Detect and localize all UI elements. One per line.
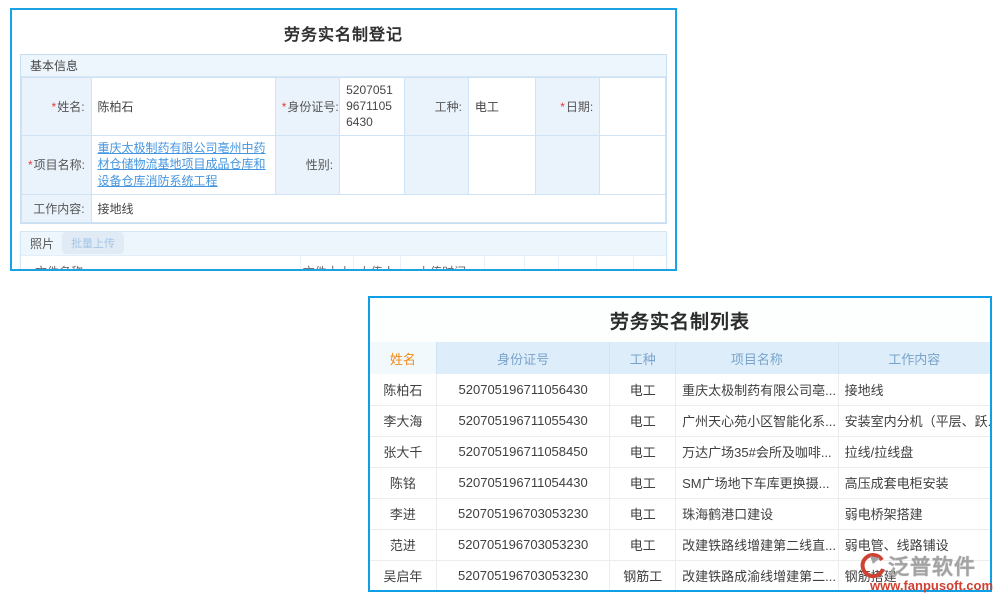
cell-id-number: 520705196711055430 — [436, 405, 610, 436]
cell-work-type: 电工 — [610, 467, 676, 498]
required-asterisk: * — [52, 100, 57, 114]
required-asterisk: * — [28, 158, 33, 172]
table-row: 吴启年 520705196703053230 钢筋工 改建铁路成渝线增建第二..… — [370, 560, 990, 591]
empty-label-cell — [404, 135, 468, 194]
cell-work-type: 电工 — [610, 529, 676, 560]
cell-work-content: 钢筋搭建 — [838, 560, 990, 591]
cell-name[interactable]: 范进 — [370, 529, 436, 560]
photo-section-header: 照片 批量上传 — [21, 232, 666, 256]
work-type-field[interactable]: 电工 — [468, 78, 535, 136]
cell-work-content: 拉线/拉线盘 — [838, 436, 990, 467]
required-asterisk: * — [560, 100, 565, 114]
id-number-label: *身份证号: — [275, 78, 339, 136]
cell-id-number: 520705196703053230 — [436, 498, 610, 529]
cell-work-type: 电工 — [610, 405, 676, 436]
project-name-label: *项目名称: — [22, 135, 92, 194]
cell-work-type: 电工 — [610, 436, 676, 467]
table-row: 范进 520705196703053230 电工 改建铁路线增建第二线直... … — [370, 529, 990, 560]
project-name-link[interactable]: 重庆太极制药有限公司亳州中药材仓储物流基地项目成品仓库和设备仓库消防系统工程 — [98, 141, 266, 189]
cell-project-link[interactable]: 广州天心苑小区智能化系... — [676, 405, 838, 436]
cell-name[interactable]: 陈柏石 — [370, 374, 436, 405]
work-type-label: 工种: — [404, 78, 468, 136]
cell-project-link[interactable]: 改建铁路成渝线增建第二... — [676, 560, 838, 591]
cell-id-number: 520705196703053230 — [436, 529, 610, 560]
registration-panel-title: 劳务实名制登记 — [12, 10, 675, 54]
cell-work-content: 弱电桥架搭建 — [838, 498, 990, 529]
work-content-label: 工作内容: — [22, 194, 92, 222]
cell-work-type: 电工 — [610, 374, 676, 405]
batch-upload-button[interactable]: 批量上传 — [62, 232, 124, 254]
cell-id-number: 520705196711056430 — [436, 374, 610, 405]
cell-work-content: 安装室内分机（平层、跃... — [838, 405, 990, 436]
table-row: 张大千 520705196711058450 电工 万达广场35#会所及咖啡..… — [370, 436, 990, 467]
work-content-field[interactable]: 接地线 — [91, 194, 665, 222]
empty-column-header — [597, 256, 634, 271]
name-field[interactable]: 陈柏石 — [91, 78, 275, 136]
empty-column-header — [525, 256, 559, 271]
date-field[interactable] — [600, 78, 666, 136]
upload-time-column-header: 上传时间 — [400, 256, 484, 271]
column-header-project[interactable]: 项目名称 — [676, 342, 838, 374]
cell-name[interactable]: 李大海 — [370, 405, 436, 436]
id-number-field[interactable]: 520705196711056430 — [340, 78, 404, 136]
basic-info-grid: *姓名: 陈柏石 *身份证号: 520705196711056430 工种: 电… — [21, 77, 666, 223]
column-header-id-number[interactable]: 身份证号 — [436, 342, 610, 374]
basic-info-section: 基本信息 *姓名: 陈柏石 *身份证号: 520705196711056430 … — [20, 54, 667, 224]
cell-project-link[interactable]: 改建铁路线增建第二线直... — [676, 529, 838, 560]
cell-work-content: 高压成套电柜安装 — [838, 467, 990, 498]
project-name-field: 重庆太极制药有限公司亳州中药材仓储物流基地项目成品仓库和设备仓库消防系统工程 — [91, 135, 275, 194]
cell-project-link[interactable]: SM广场地下车库更换摄... — [676, 467, 838, 498]
uploader-column-header: 上传人 — [353, 256, 400, 271]
file-table: 文件名称 文件大小 上传人 上传时间 — [21, 256, 666, 271]
list-panel: 劳务实名制列表 姓名 身份证号 工种 项目名称 工作内容 陈柏石 5207051… — [368, 296, 992, 592]
column-header-name[interactable]: 姓名 — [370, 342, 436, 374]
empty-value-cell — [600, 135, 666, 194]
name-label: *姓名: — [22, 78, 92, 136]
cell-project-link[interactable]: 万达广场35#会所及咖啡... — [676, 436, 838, 467]
file-size-column-header: 文件大小 — [300, 256, 353, 271]
cell-id-number: 520705196711054430 — [436, 467, 610, 498]
table-row: 陈铭 520705196711054430 电工 SM广场地下车库更换摄... … — [370, 467, 990, 498]
cell-name[interactable]: 李进 — [370, 498, 436, 529]
cell-name[interactable]: 陈铭 — [370, 467, 436, 498]
column-header-content[interactable]: 工作内容 — [838, 342, 990, 374]
cell-work-content: 弱电管、线路铺设 — [838, 529, 990, 560]
cell-id-number: 520705196711058450 — [436, 436, 610, 467]
labor-list-table: 姓名 身份证号 工种 项目名称 工作内容 陈柏石 520705196711056… — [370, 342, 990, 592]
table-header-row: 姓名 身份证号 工种 项目名称 工作内容 — [370, 342, 990, 374]
photo-tab[interactable]: 照片 — [30, 235, 54, 252]
cell-id-number: 520705196703053230 — [436, 560, 610, 591]
cell-project-link[interactable]: 珠海鹤港口建设 — [676, 498, 838, 529]
cell-work-content: 接地线 — [838, 374, 990, 405]
empty-column-header — [559, 256, 597, 271]
photo-upload-section: 照片 批量上传 文件名称 文件大小 上传人 上传时间 — [20, 231, 667, 271]
empty-label-cell — [535, 135, 599, 194]
basic-info-section-title: 基本信息 — [21, 55, 666, 77]
empty-column-header — [484, 256, 525, 271]
table-row: 李大海 520705196711055430 电工 广州天心苑小区智能化系...… — [370, 405, 990, 436]
file-name-column-header: 文件名称 — [21, 256, 300, 271]
cell-name[interactable]: 吴启年 — [370, 560, 436, 591]
table-row: 李进 520705196703053230 电工 珠海鹤港口建设 弱电桥架搭建 — [370, 498, 990, 529]
required-asterisk: * — [282, 100, 287, 114]
registration-panel: 劳务实名制登记 基本信息 *姓名: 陈柏石 *身份证号: 52070519671… — [10, 8, 677, 271]
cell-name[interactable]: 张大千 — [370, 436, 436, 467]
date-label: *日期: — [535, 78, 599, 136]
cell-work-type: 钢筋工 — [610, 560, 676, 591]
gender-field[interactable] — [340, 135, 404, 194]
table-row: 陈柏石 520705196711056430 电工 重庆太极制药有限公司亳...… — [370, 374, 990, 405]
list-panel-title: 劳务实名制列表 — [370, 298, 990, 342]
empty-value-cell — [468, 135, 535, 194]
column-header-work-type[interactable]: 工种 — [610, 342, 676, 374]
gender-label: 性别: — [275, 135, 339, 194]
cell-project-link[interactable]: 重庆太极制药有限公司亳... — [676, 374, 838, 405]
cell-work-type: 电工 — [610, 498, 676, 529]
empty-column-header — [634, 256, 666, 271]
